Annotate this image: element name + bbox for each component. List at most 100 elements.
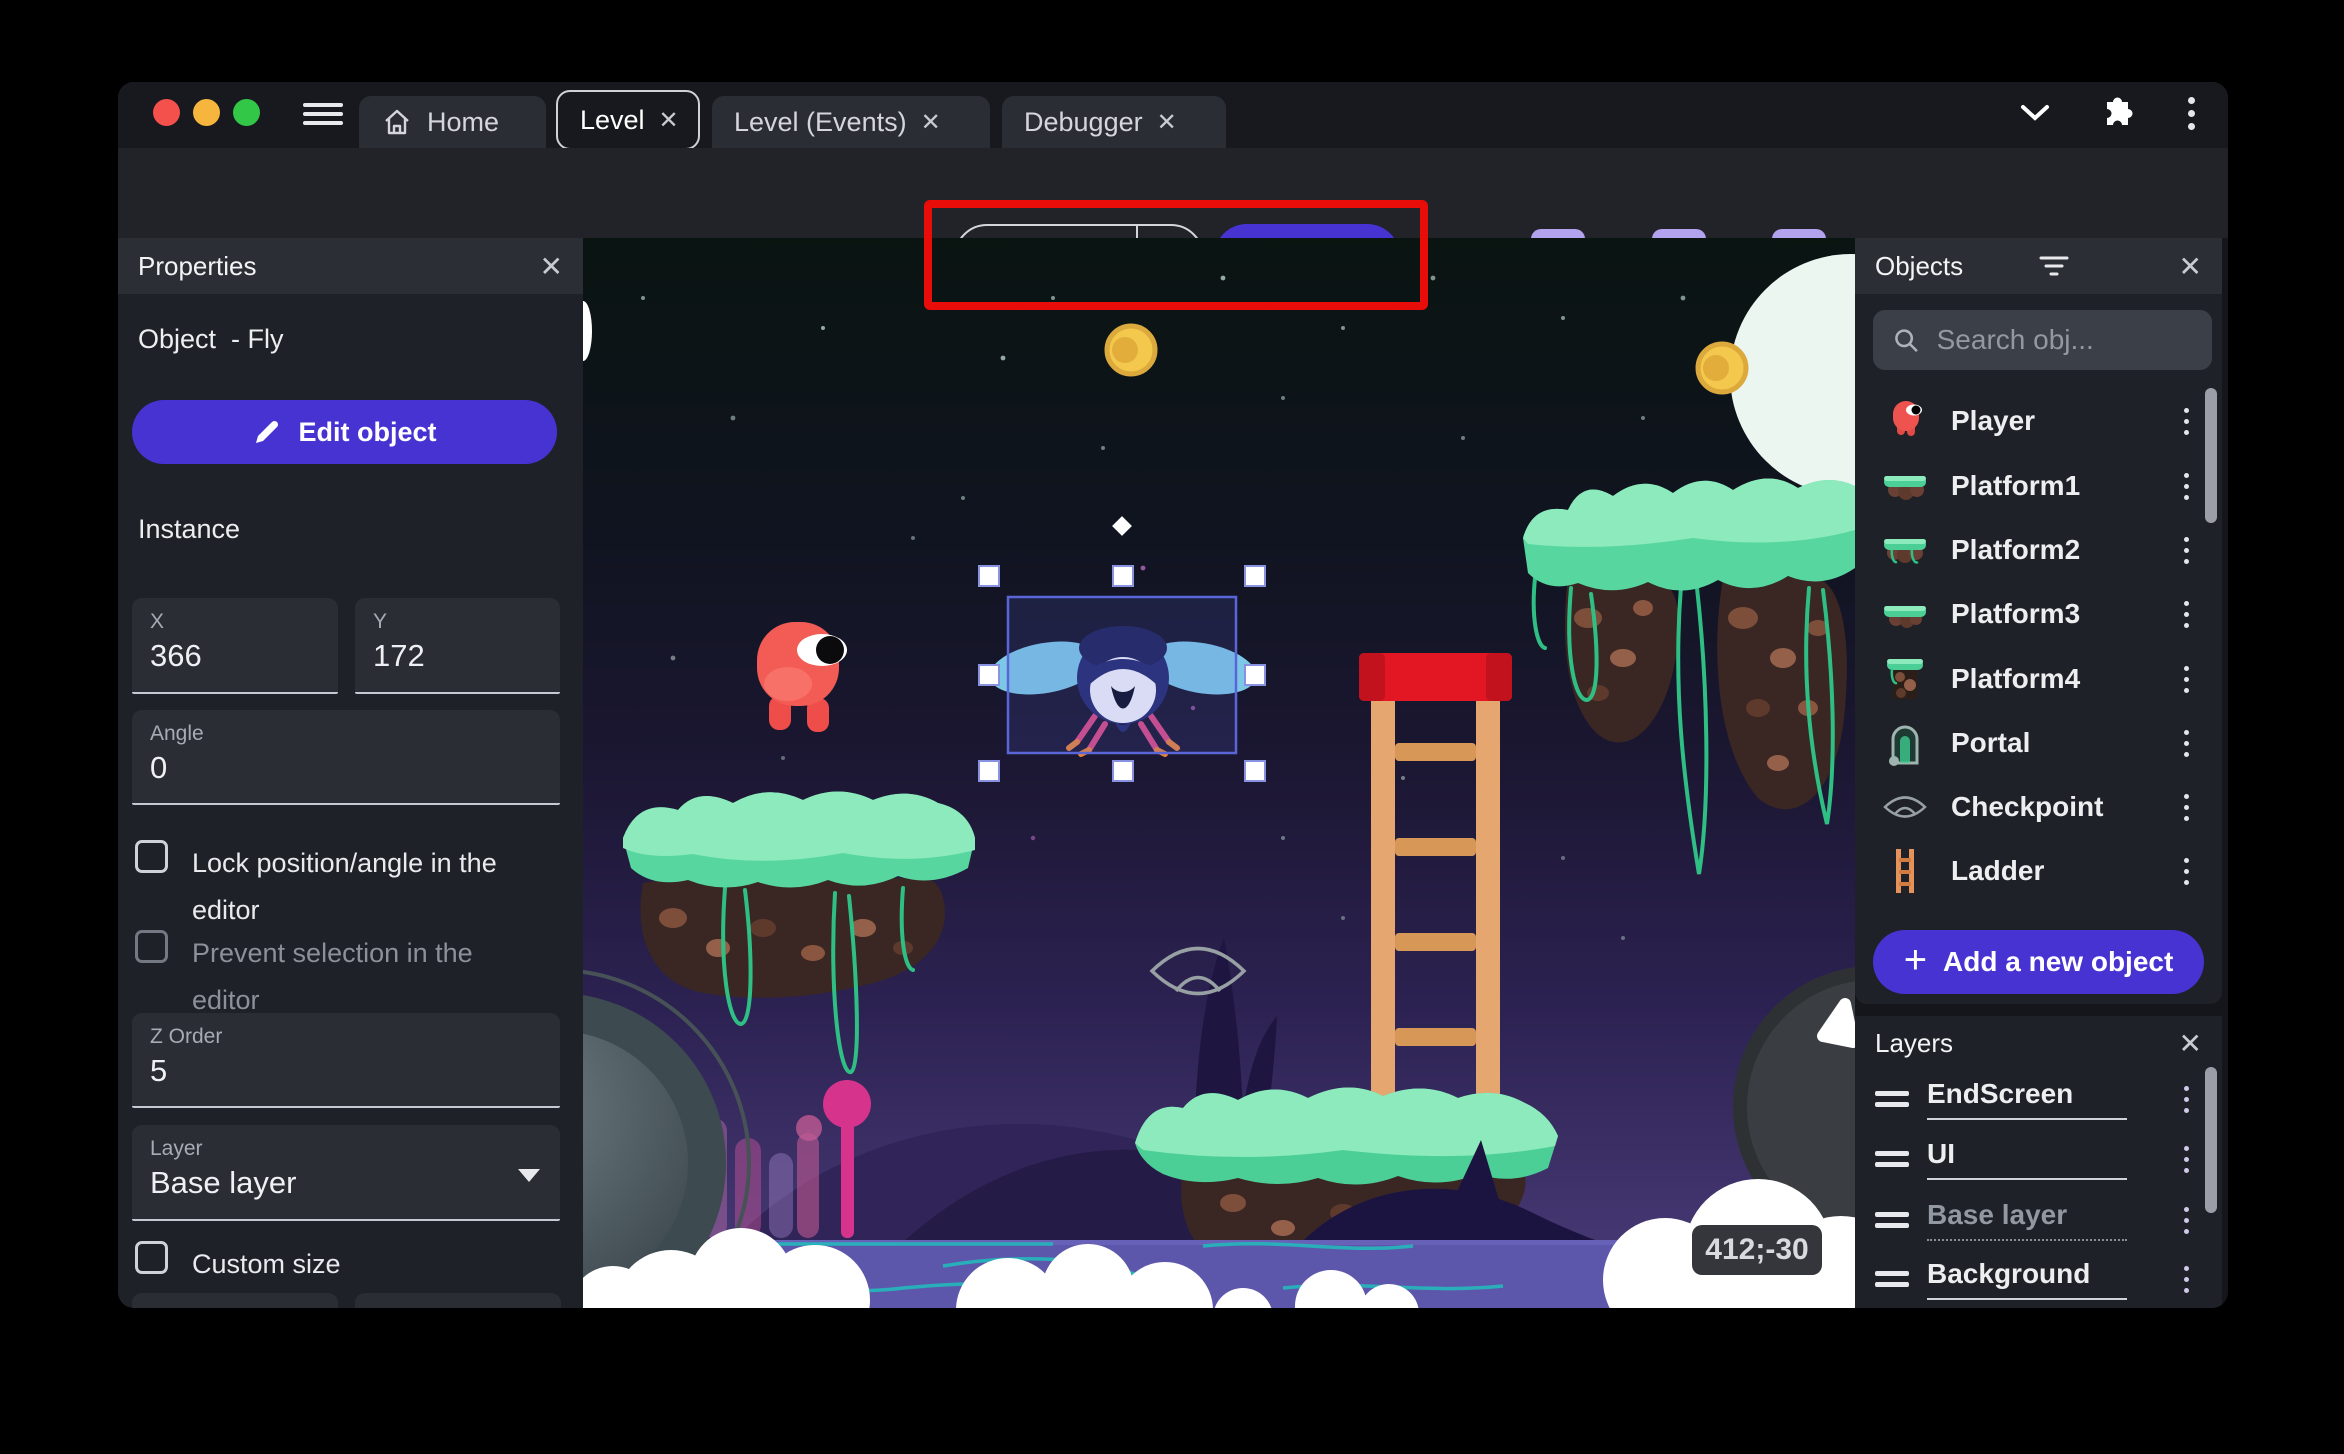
object-row-checkpoint[interactable]: Checkpoint xyxy=(1855,775,2207,839)
tab-close-icon[interactable]: ✕ xyxy=(659,106,679,135)
layer-row-ui[interactable]: UI xyxy=(1855,1131,2207,1187)
tab-events-label: Level (Events) xyxy=(734,106,907,137)
objects-scrollbar[interactable] xyxy=(2205,388,2217,523)
checkbox[interactable] xyxy=(135,840,168,873)
object-row-platform3[interactable]: Platform3 xyxy=(1855,582,2207,646)
kebab-menu-icon[interactable] xyxy=(2184,729,2189,757)
kebab-menu-icon[interactable] xyxy=(2184,1206,2189,1234)
layer-name[interactable]: Base layer xyxy=(1927,1199,2127,1241)
object-row-player[interactable]: Player xyxy=(1855,389,2207,453)
layer-row-background[interactable]: Background xyxy=(1855,1251,2207,1307)
macos-minimize-button[interactable] xyxy=(193,99,220,126)
object-label: Ladder xyxy=(1951,855,2045,886)
platform-icon xyxy=(1881,526,1929,574)
layer-name[interactable]: EndScreen xyxy=(1927,1078,2127,1120)
kebab-menu-icon[interactable] xyxy=(2184,536,2189,564)
prevent-selection-checkbox-row[interactable]: Prevent selection in the editor xyxy=(135,930,512,1024)
drag-handle-icon[interactable] xyxy=(1875,1206,1909,1234)
y-field[interactable]: Y 172 xyxy=(355,598,560,694)
object-row-platform4[interactable]: Platform4 xyxy=(1855,647,2207,711)
edit-object-button[interactable]: Edit object xyxy=(132,400,557,464)
layer-name[interactable]: Background xyxy=(1927,1258,2127,1300)
object-row-ladder[interactable]: Ladder xyxy=(1855,839,2207,903)
ladder-icon xyxy=(1881,847,1929,895)
prevent-selection-label: Prevent selection in the editor xyxy=(192,938,473,1015)
macos-close-button[interactable] xyxy=(153,99,180,126)
kebab-menu-icon[interactable] xyxy=(2184,407,2189,435)
close-icon[interactable]: ✕ xyxy=(2179,250,2202,283)
layers-scrollbar[interactable] xyxy=(2205,1067,2217,1213)
x-value[interactable]: 366 xyxy=(150,638,320,674)
drag-handle-icon[interactable] xyxy=(1875,1265,1909,1293)
macos-zoom-button[interactable] xyxy=(233,99,260,126)
angle-value[interactable]: 0 xyxy=(150,750,542,786)
x-field[interactable]: X 366 xyxy=(132,598,338,694)
tab-home[interactable]: Home xyxy=(359,96,546,148)
layer-name[interactable]: UI xyxy=(1927,1138,2127,1180)
angle-label: Angle xyxy=(150,722,204,745)
coin[interactable] xyxy=(1695,341,1749,395)
add-object-button[interactable]: + Add a new object xyxy=(1873,930,2204,994)
tab-level-events[interactable]: Level (Events) ✕ xyxy=(712,96,990,148)
kebab-menu-icon[interactable] xyxy=(2184,1145,2189,1173)
tab-level-active[interactable]: Level ✕ xyxy=(556,90,700,150)
object-label: Platform4 xyxy=(1951,663,2081,694)
object-label: Checkpoint xyxy=(1951,791,2104,822)
hamburger-menu-icon[interactable] xyxy=(303,98,343,132)
extensions-puzzle-icon[interactable] xyxy=(2092,90,2138,136)
filter-icon[interactable] xyxy=(2039,255,2069,277)
tab-debugger[interactable]: Debugger ✕ xyxy=(1002,96,1226,148)
objects-search[interactable] xyxy=(1873,310,2212,370)
close-icon[interactable]: ✕ xyxy=(540,250,563,283)
app-window: Home Level ✕ Level (Events) ✕ Debugger ✕ xyxy=(118,82,2228,1308)
drag-handle-icon[interactable] xyxy=(1875,1085,1909,1113)
scene-art xyxy=(583,238,1855,1308)
kebab-menu-icon[interactable] xyxy=(2184,857,2189,885)
z-order-field[interactable]: Z Order 5 xyxy=(132,1013,560,1108)
objects-header: Objects ✕ xyxy=(1855,238,2222,294)
cursor-coordinates-badge: 412;-30 xyxy=(1692,1225,1822,1275)
plus-icon: + xyxy=(1903,937,1928,982)
toolbar: Preview Publish xyxy=(118,148,2228,310)
tab-close-icon[interactable]: ✕ xyxy=(1157,108,1177,137)
more-options-kebab-icon[interactable] xyxy=(2168,90,2214,136)
layer-select[interactable]: Layer Base layer xyxy=(132,1125,560,1221)
kebab-menu-icon[interactable] xyxy=(2184,1085,2189,1113)
kebab-menu-icon[interactable] xyxy=(2184,793,2189,821)
layer-row-endscreen[interactable]: EndScreen xyxy=(1855,1071,2207,1127)
kebab-menu-icon[interactable] xyxy=(2184,1265,2189,1293)
object-row-platform2[interactable]: Platform2 xyxy=(1855,518,2207,582)
angle-field[interactable]: Angle 0 xyxy=(132,710,560,805)
object-row-platform1[interactable]: Platform1 xyxy=(1855,454,2207,518)
close-icon[interactable]: ✕ xyxy=(2179,1027,2202,1060)
z-order-value[interactable]: 5 xyxy=(150,1053,542,1089)
layer-row-base-layer[interactable]: Base layer xyxy=(1855,1192,2207,1248)
scene-canvas[interactable]: 412;-30 xyxy=(583,238,1855,1308)
layers-title: Layers xyxy=(1875,1027,1954,1058)
custom-size-checkbox-row[interactable]: Custom size xyxy=(135,1241,512,1288)
y-value[interactable]: 172 xyxy=(373,638,542,674)
lock-position-label: Lock position/angle in the editor xyxy=(192,848,497,925)
coin[interactable] xyxy=(1104,323,1158,377)
kebab-menu-icon[interactable] xyxy=(2184,600,2189,628)
properties-header: Properties ✕ xyxy=(118,238,583,294)
object-row-portal[interactable]: Portal xyxy=(1855,711,2207,775)
pencil-icon xyxy=(256,420,279,443)
kebab-menu-icon[interactable] xyxy=(2184,665,2189,693)
lock-position-checkbox-row[interactable]: Lock position/angle in the editor xyxy=(135,840,512,934)
tab-debugger-label: Debugger xyxy=(1024,106,1143,137)
tab-close-icon[interactable]: ✕ xyxy=(921,108,941,137)
kebab-menu-icon[interactable] xyxy=(2184,472,2189,500)
drag-handle-icon[interactable] xyxy=(1875,1145,1909,1173)
search-input[interactable] xyxy=(1936,324,2192,356)
checkbox[interactable] xyxy=(135,930,168,963)
platform-icon xyxy=(1881,655,1929,703)
add-object-label: Add a new object xyxy=(1943,946,2174,977)
checkbox[interactable] xyxy=(135,1241,168,1274)
layer-value: Base layer xyxy=(150,1165,297,1200)
tab-level-label: Level xyxy=(580,104,645,135)
z-order-label: Z Order xyxy=(150,1025,223,1048)
object-label: Platform3 xyxy=(1951,598,2081,629)
chevron-down-icon[interactable] xyxy=(2012,90,2058,136)
y-label: Y xyxy=(373,610,388,633)
